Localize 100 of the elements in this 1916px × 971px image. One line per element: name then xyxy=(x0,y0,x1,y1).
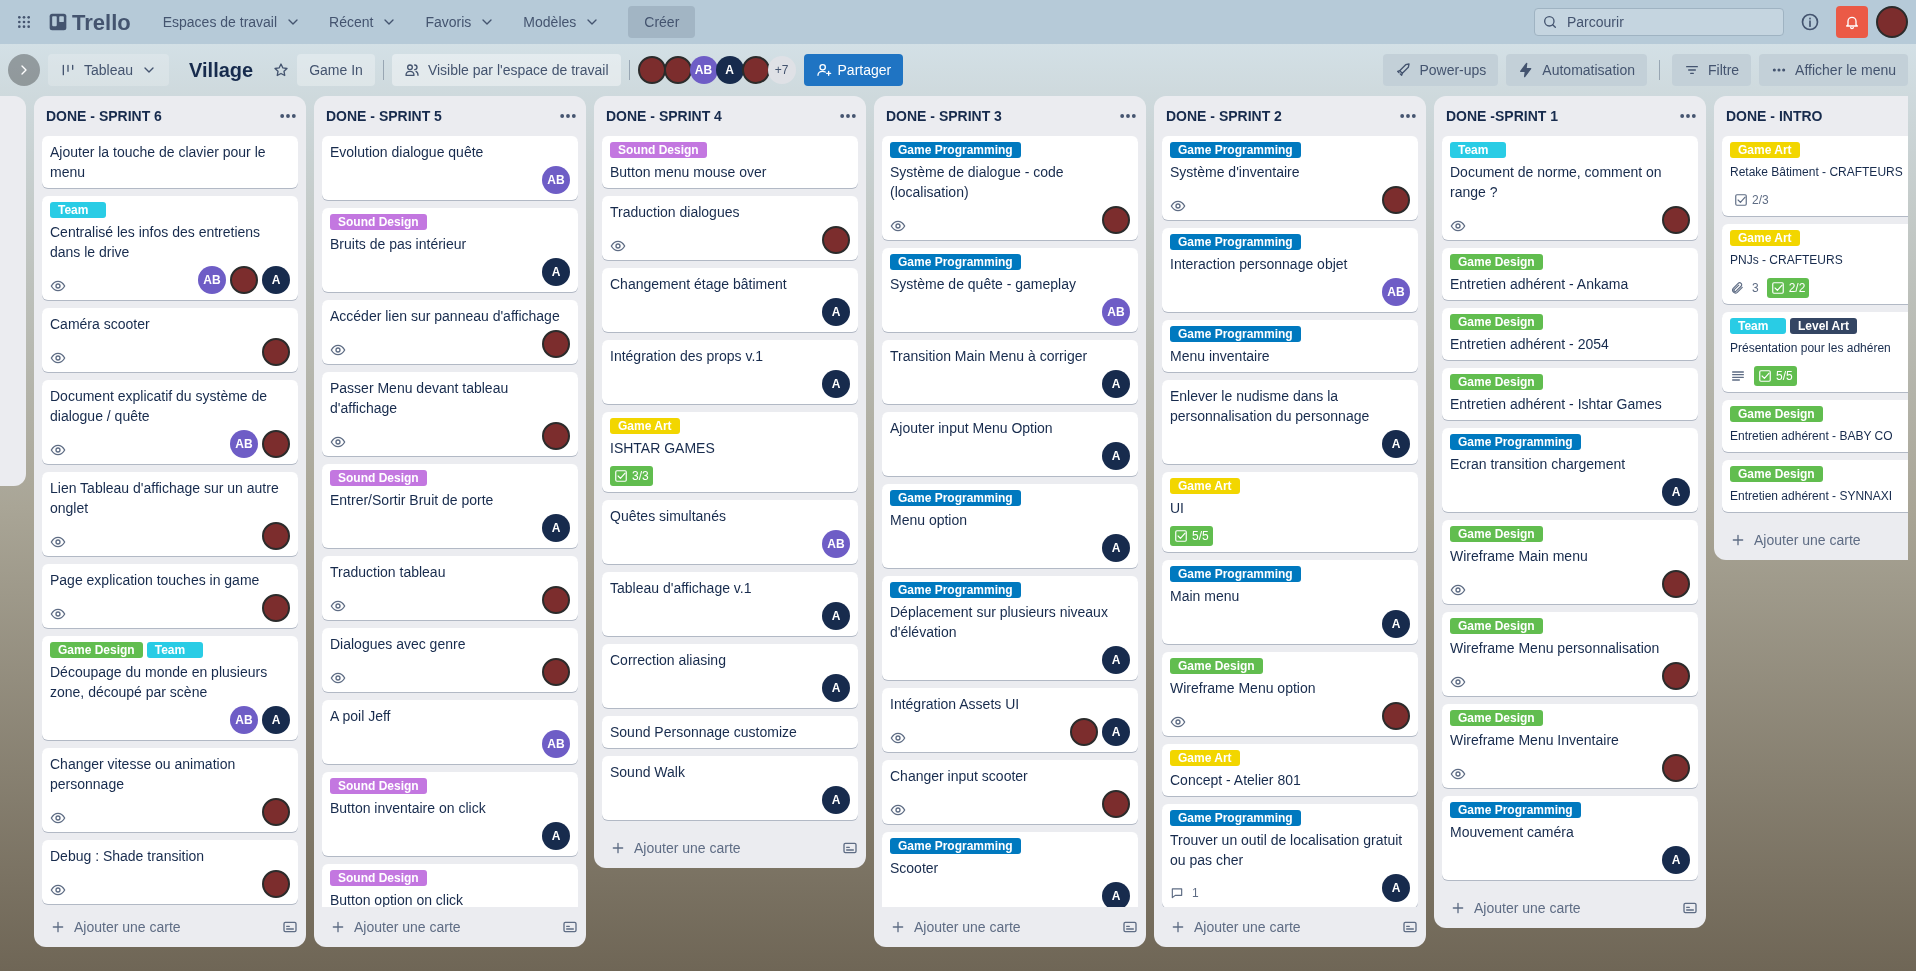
card[interactable]: Game Art UI 5/5 xyxy=(1162,472,1418,552)
card[interactable]: Game Programming Menu option A xyxy=(882,484,1138,568)
card[interactable]: Game Programming Système de dialogue - code (localisation) xyxy=(882,136,1138,240)
card[interactable]: Intégration des props v.1 A xyxy=(602,340,858,404)
board-action-button[interactable]: Filtre xyxy=(1671,54,1752,86)
card[interactable]: Game Programming Scooter A xyxy=(882,832,1138,907)
card[interactable]: Game Design Entretien adhérent - Ankama xyxy=(1442,248,1698,300)
card[interactable]: Game Design Wireframe Menu Inventaire xyxy=(1442,704,1698,788)
card[interactable]: Passer Menu devant tableau d'affichage xyxy=(322,372,578,456)
card[interactable]: Correction aliasing A xyxy=(602,644,858,708)
list-title[interactable]: DONE -SPRINT 1 xyxy=(1446,105,1558,127)
card[interactable]: Dialogues avec genre xyxy=(322,628,578,692)
card[interactable]: Game Design Wireframe Menu option xyxy=(1162,652,1418,736)
card[interactable]: Game Art Concept - Atelier 801 xyxy=(1162,744,1418,796)
card[interactable]: Accéder lien sur panneau d'affichage xyxy=(322,300,578,364)
card[interactable]: Sound Design Button menu mouse over xyxy=(602,136,858,188)
card[interactable]: Enlever le nudisme dans la personnalisation du personnage A xyxy=(1162,380,1418,464)
nav-menu[interactable]: Récent xyxy=(317,6,410,38)
card[interactable]: Game Programming Système de quête - gameplay AB xyxy=(882,248,1138,332)
add-card-button[interactable]: Ajouter une carte xyxy=(42,913,189,941)
add-card-button[interactable]: Ajouter une carte xyxy=(882,913,1029,941)
card[interactable]: Game Programming Trouver un outil de localisation gratuit ou pas cher 1 A xyxy=(1162,804,1418,907)
card[interactable]: Game Art Retake Bâtiment - CRAFTEURS 2/3 xyxy=(1722,136,1908,216)
card[interactable]: Changer input scooter xyxy=(882,760,1138,824)
card[interactable]: Game Design Entretien adhérent - Ishtar Games xyxy=(1442,368,1698,420)
card[interactable]: Evolution dialogue quête AB xyxy=(322,136,578,200)
card[interactable]: Game Programming Mouvement caméra A xyxy=(1442,796,1698,880)
sidebar-toggle[interactable] xyxy=(8,54,40,86)
card[interactable]: Game Design Team Découpage du monde en plusieurs zone, découpé par scène AB A xyxy=(42,636,298,740)
apps-grid-icon[interactable] xyxy=(16,14,32,30)
nav-menu[interactable]: Espaces de travail xyxy=(150,6,314,38)
card[interactable]: Game Programming Menu inventaire xyxy=(1162,320,1418,372)
card[interactable]: Game Programming Main menu A xyxy=(1162,560,1418,644)
card[interactable]: Team Level Art Présentation pour les adhéren 5/5 xyxy=(1722,312,1908,392)
nav-menu[interactable]: Favoris xyxy=(413,6,508,38)
card[interactable]: Sound Design Entrer/Sortir Bruit de porte A xyxy=(322,464,578,548)
card[interactable]: Caméra scooter xyxy=(42,308,298,372)
list-title[interactable]: DONE - SPRINT 4 xyxy=(606,105,722,127)
add-card-button[interactable]: Ajouter une carte xyxy=(322,913,469,941)
card[interactable]: Changement étage bâtiment A xyxy=(602,268,858,332)
card[interactable]: A poil Jeff AB xyxy=(322,700,578,764)
list-title[interactable]: DONE - SPRINT 6 xyxy=(46,105,162,127)
card[interactable]: Team Document de norme, comment on range ? xyxy=(1442,136,1698,240)
notifications-button[interactable] xyxy=(1836,6,1868,38)
card[interactable]: Game Art ISHTAR GAMES 3/3 xyxy=(602,412,858,492)
card[interactable]: Game Design Wireframe Menu personnalisation xyxy=(1442,612,1698,696)
card[interactable]: Ajouter la touche de clavier pour le menu xyxy=(42,136,298,188)
list-title[interactable]: DONE - SPRINT 5 xyxy=(326,105,442,127)
card[interactable]: Page explication touches in game xyxy=(42,564,298,628)
card[interactable]: Game Design Entretien adhérent - SYNNAXI xyxy=(1722,460,1908,512)
card[interactable]: Game Design Wireframe Main menu xyxy=(1442,520,1698,604)
board-action-button[interactable]: Afficher le menu xyxy=(1759,54,1908,86)
card[interactable]: Traduction dialogues xyxy=(602,196,858,260)
card[interactable]: Quêtes simultanés AB xyxy=(602,500,858,564)
card[interactable]: Game Programming Système d'inventaire xyxy=(1162,136,1418,220)
card[interactable]: Lien Tableau d'affichage sur un autre onglet xyxy=(42,472,298,556)
card[interactable]: Game Programming Interaction personnage objet AB xyxy=(1162,228,1418,312)
card[interactable]: Game Programming Ecran transition chargement A xyxy=(1442,428,1698,512)
search-field[interactable]: Parcourir xyxy=(1534,8,1784,36)
card[interactable]: Game Art PNJs - CRAFTEURS 3 2/2 xyxy=(1722,224,1908,304)
card[interactable]: Document explicatif du système de dialogue / quête AB xyxy=(42,380,298,464)
add-card-button[interactable]: Ajouter une carte xyxy=(1722,526,1869,554)
add-card-button[interactable]: Ajouter une carte xyxy=(602,834,749,862)
card[interactable]: Game Programming Déplacement sur plusieurs niveaux d'élévation A xyxy=(882,576,1138,680)
more-members-count[interactable]: +7 xyxy=(767,56,796,84)
card[interactable]: Sound Design Button inventaire on click A xyxy=(322,772,578,856)
add-card-button[interactable]: Ajouter une carte xyxy=(1162,913,1309,941)
app-name[interactable]: Trello xyxy=(72,5,131,39)
visibility-button[interactable]: Visible par l'espace de travail xyxy=(391,54,621,86)
card[interactable]: Intégration Assets UI A xyxy=(882,688,1138,752)
card[interactable]: Game Design Entretien adhérent - 2054 xyxy=(1442,308,1698,360)
share-button[interactable]: Partager xyxy=(803,54,904,86)
list-title[interactable]: DONE - INTRO xyxy=(1726,105,1823,127)
create-button[interactable]: Créer xyxy=(628,6,696,38)
add-card-button[interactable]: Ajouter une carte xyxy=(1442,894,1589,922)
card[interactable]: Sound Design Bruits de pas intérieur A xyxy=(322,208,578,292)
template-icon[interactable] xyxy=(562,919,578,935)
card[interactable]: Ajouter input Menu Option A xyxy=(882,412,1138,476)
card[interactable]: Game Design Entretien adhérent - BABY CO xyxy=(1722,400,1908,452)
template-icon[interactable] xyxy=(1122,919,1138,935)
card[interactable]: Tableau d'affichage v.1 A xyxy=(602,572,858,636)
board-action-button[interactable]: Power-ups xyxy=(1383,54,1499,86)
view-switcher[interactable]: Tableau xyxy=(48,54,170,86)
card[interactable]: Sound Personnage customize xyxy=(602,716,858,748)
card[interactable]: Sound Walk A xyxy=(602,756,858,820)
card[interactable]: Traduction tableau xyxy=(322,556,578,620)
card[interactable]: Debug : Shade transition xyxy=(42,840,298,904)
list-title[interactable]: DONE - SPRINT 2 xyxy=(1166,105,1282,127)
list-title[interactable]: DONE - SPRINT 3 xyxy=(886,105,1002,127)
board-title[interactable]: Village xyxy=(177,55,266,85)
template-icon[interactable] xyxy=(1402,919,1418,935)
template-icon[interactable] xyxy=(282,919,298,935)
card[interactable]: Team Centralisé les infos des entretiens dans le drive AB A xyxy=(42,196,298,300)
template-icon[interactable] xyxy=(1682,900,1698,916)
card[interactable]: Transition Main Menu à corriger A xyxy=(882,340,1138,404)
card[interactable]: Changer vitesse ou animation personnage xyxy=(42,748,298,832)
info-icon[interactable] xyxy=(1800,12,1820,32)
template-icon[interactable] xyxy=(842,840,858,856)
workspace-button[interactable]: Game In xyxy=(297,54,375,86)
nav-menu[interactable]: Modèles xyxy=(511,6,613,38)
